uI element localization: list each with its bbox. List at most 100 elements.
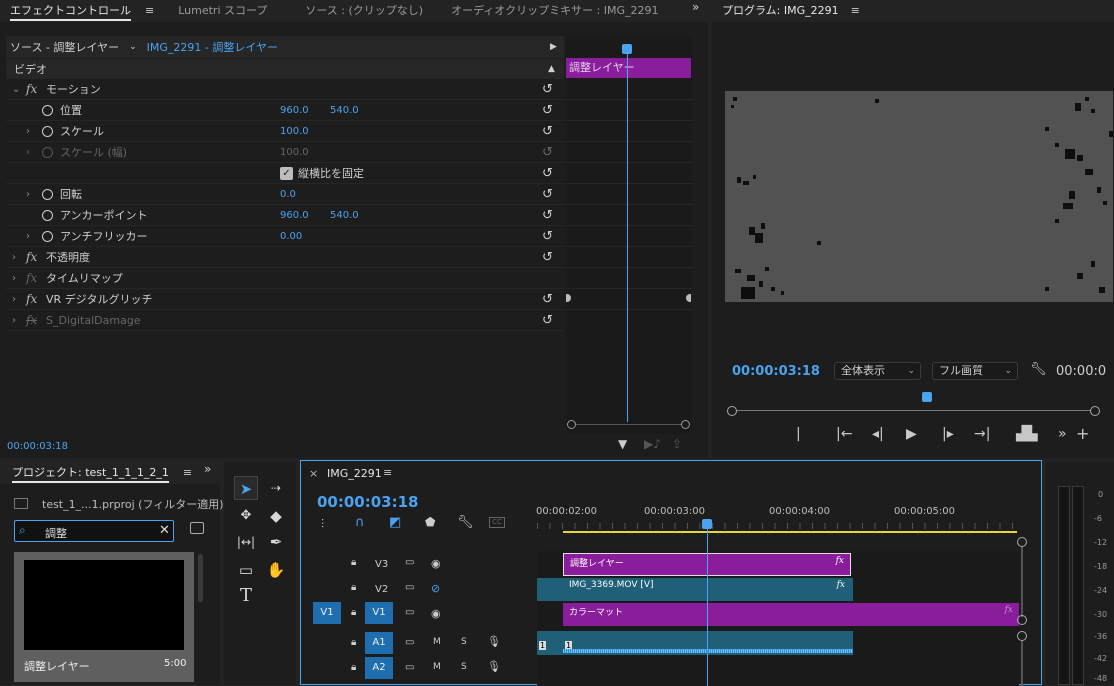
panel-menu-icon[interactable]: ≡ bbox=[141, 0, 158, 22]
chevron-down-icon[interactable]: ⌄ bbox=[129, 42, 137, 52]
sequence-clip-label[interactable]: IMG_2291 - 調整レイヤー bbox=[147, 39, 278, 55]
expand-icon[interactable]: › bbox=[26, 147, 30, 158]
anchor-y-value[interactable]: 540.0 bbox=[330, 210, 359, 221]
effect-timeline-area[interactable]: 調整レイヤー bbox=[566, 36, 692, 434]
razor-tool-icon[interactable]: ◆ bbox=[264, 504, 288, 528]
selection-tool-icon[interactable]: ➤ bbox=[234, 476, 258, 500]
close-icon[interactable]: × bbox=[309, 467, 318, 480]
program-timecode[interactable]: 00:00:03:18 bbox=[732, 364, 820, 379]
panel-menu-icon[interactable]: ≡ bbox=[383, 466, 392, 479]
new-search-bin-icon[interactable] bbox=[190, 522, 204, 534]
expand-icon[interactable]: › bbox=[12, 273, 16, 284]
timeline-settings-icon[interactable]: 🔧︎ bbox=[457, 515, 474, 530]
stopwatch-icon[interactable] bbox=[42, 104, 53, 116]
param-row-scale-width[interactable]: › スケール (幅) 100.0 ↺ bbox=[6, 142, 564, 163]
zoom-handle-left[interactable] bbox=[567, 420, 576, 429]
sync-lock-icon[interactable]: ▭ bbox=[405, 637, 414, 648]
lock-icon[interactable]: 🔒︎ bbox=[351, 637, 356, 648]
tab-lumetri-scopes[interactable]: Lumetri スコープ bbox=[168, 0, 277, 22]
export-frame-icon[interactable]: ▟▙ bbox=[1016, 426, 1038, 442]
clip-img-3369[interactable] bbox=[537, 578, 563, 601]
clear-search-icon[interactable]: ✕ bbox=[159, 523, 170, 538]
timeline-timecode[interactable]: 00:00:03:18 bbox=[317, 493, 419, 511]
sync-lock-icon[interactable]: ▭ bbox=[405, 557, 414, 568]
keyframe-marker[interactable] bbox=[686, 294, 691, 302]
param-row-uniform-scale[interactable]: ✓ 縦横比を固定 ↺ bbox=[6, 163, 564, 184]
nest-icon[interactable]: ⫶ bbox=[321, 517, 324, 532]
param-row-position[interactable]: 位置 960.0 540.0 ↺ bbox=[6, 100, 564, 121]
source-patch-v1[interactable]: V1 bbox=[313, 602, 341, 624]
eye-icon[interactable]: ◉ bbox=[431, 557, 441, 570]
rectangle-tool-icon[interactable]: ▭ bbox=[234, 558, 258, 582]
project-scrollbar[interactable] bbox=[198, 554, 203, 602]
fx-icon[interactable]: fx bbox=[26, 250, 37, 264]
stopwatch-icon[interactable] bbox=[42, 146, 53, 158]
timeline-playhead-line[interactable] bbox=[707, 527, 708, 686]
expand-icon[interactable]: › bbox=[12, 252, 16, 263]
more-tabs-icon[interactable]: » bbox=[692, 0, 699, 14]
reset-icon[interactable]: ↺ bbox=[542, 208, 553, 223]
step-forward-icon[interactable]: |▸ bbox=[942, 426, 954, 442]
effect-playhead-handle[interactable] bbox=[622, 44, 632, 54]
audio-only-icon[interactable]: ▶♪ bbox=[644, 437, 661, 451]
vertical-scroll-bar[interactable] bbox=[1021, 641, 1023, 686]
filter-icon[interactable]: ▼ bbox=[618, 437, 627, 451]
reset-icon[interactable]: ↺ bbox=[542, 82, 553, 97]
effect-row-opacity[interactable]: › fx 不透明度 ↺ bbox=[6, 247, 564, 268]
add-button-icon[interactable]: + bbox=[1076, 424, 1089, 443]
play-only-icon[interactable]: ▶ bbox=[550, 42, 557, 52]
lock-icon[interactable]: 🔒︎ bbox=[351, 607, 356, 618]
export-icon[interactable]: ⇪ bbox=[672, 437, 682, 451]
sync-lock-icon[interactable]: ▭ bbox=[405, 582, 414, 593]
scrub-handle-left[interactable] bbox=[727, 406, 737, 416]
stopwatch-icon[interactable] bbox=[42, 125, 53, 137]
track-label-v3[interactable]: V3 bbox=[375, 559, 388, 570]
fx-icon[interactable]: fx bbox=[26, 313, 37, 327]
quality-select[interactable]: フル画質 ⌄ bbox=[932, 362, 1018, 380]
effect-row-time-remap[interactable]: › fx タイムリマップ bbox=[6, 268, 564, 289]
param-row-anchor-point[interactable]: アンカーポイント 960.0 540.0 ↺ bbox=[6, 205, 564, 226]
vertical-scroll-handle[interactable] bbox=[1017, 615, 1027, 625]
sync-lock-icon[interactable]: ▭ bbox=[405, 662, 414, 673]
reset-icon[interactable]: ↺ bbox=[542, 103, 553, 118]
slip-tool-icon[interactable]: |↔| bbox=[234, 530, 258, 554]
lock-icon[interactable]: 🔒︎ bbox=[351, 582, 356, 593]
fx-icon[interactable]: fx bbox=[26, 292, 37, 306]
audio-clip-a1-start[interactable]: 1 bbox=[537, 631, 563, 655]
wrench-icon[interactable]: 🔧︎ bbox=[1030, 362, 1047, 377]
panel-menu-icon[interactable]: ≡ bbox=[849, 0, 862, 22]
reset-icon[interactable]: ↺ bbox=[542, 187, 553, 202]
reset-icon[interactable]: ↺ bbox=[542, 124, 553, 139]
linked-selection-icon[interactable]: ◩ bbox=[389, 515, 401, 530]
fx-icon[interactable]: fx bbox=[26, 82, 37, 96]
go-to-out-icon[interactable]: →| bbox=[974, 426, 990, 442]
program-playhead[interactable] bbox=[922, 392, 932, 402]
param-row-scale[interactable]: › スケール 100.0 ↺ bbox=[6, 121, 564, 142]
position-x-value[interactable]: 960.0 bbox=[280, 105, 309, 116]
checkbox-icon[interactable]: ✓ bbox=[280, 166, 293, 180]
tab-audio-clip-mixer[interactable]: オーディオクリップミキサー : IMG_2291 bbox=[441, 0, 668, 22]
solo-button[interactable]: S bbox=[461, 662, 467, 672]
microphone-icon[interactable]: 🎙︎ bbox=[487, 660, 501, 673]
search-field[interactable]: ⌕ 調整 ✕ bbox=[14, 520, 174, 542]
sequence-tab[interactable]: IMG_2291 bbox=[327, 467, 382, 480]
work-area-bar[interactable] bbox=[563, 531, 1017, 533]
effect-playhead-line[interactable] bbox=[627, 46, 628, 422]
hand-tool-icon[interactable]: ✋ bbox=[264, 558, 288, 582]
add-marker-icon[interactable]: ⬟ bbox=[425, 515, 435, 529]
solo-button[interactable]: S bbox=[461, 637, 467, 647]
zoom-handle-right[interactable] bbox=[681, 420, 690, 429]
anchor-x-value[interactable]: 960.0 bbox=[280, 210, 309, 221]
reset-icon[interactable]: ↺ bbox=[542, 292, 553, 307]
play-icon[interactable]: ▶ bbox=[906, 426, 917, 442]
stopwatch-icon[interactable] bbox=[42, 230, 53, 242]
scrub-handle-right[interactable] bbox=[1090, 406, 1100, 416]
reset-icon[interactable]: ↺ bbox=[542, 229, 553, 244]
expand-icon[interactable]: › bbox=[26, 126, 30, 137]
reset-icon[interactable]: ↺ bbox=[542, 313, 553, 328]
track-label-a2[interactable]: A2 bbox=[365, 657, 393, 679]
position-y-value[interactable]: 540.0 bbox=[330, 105, 359, 116]
param-row-rotation[interactable]: › 回転 0.0 ↺ bbox=[6, 184, 564, 205]
tab-project[interactable]: プロジェクト: test_1_1_1_2_1 bbox=[0, 462, 181, 484]
expand-icon[interactable]: › bbox=[12, 315, 16, 326]
